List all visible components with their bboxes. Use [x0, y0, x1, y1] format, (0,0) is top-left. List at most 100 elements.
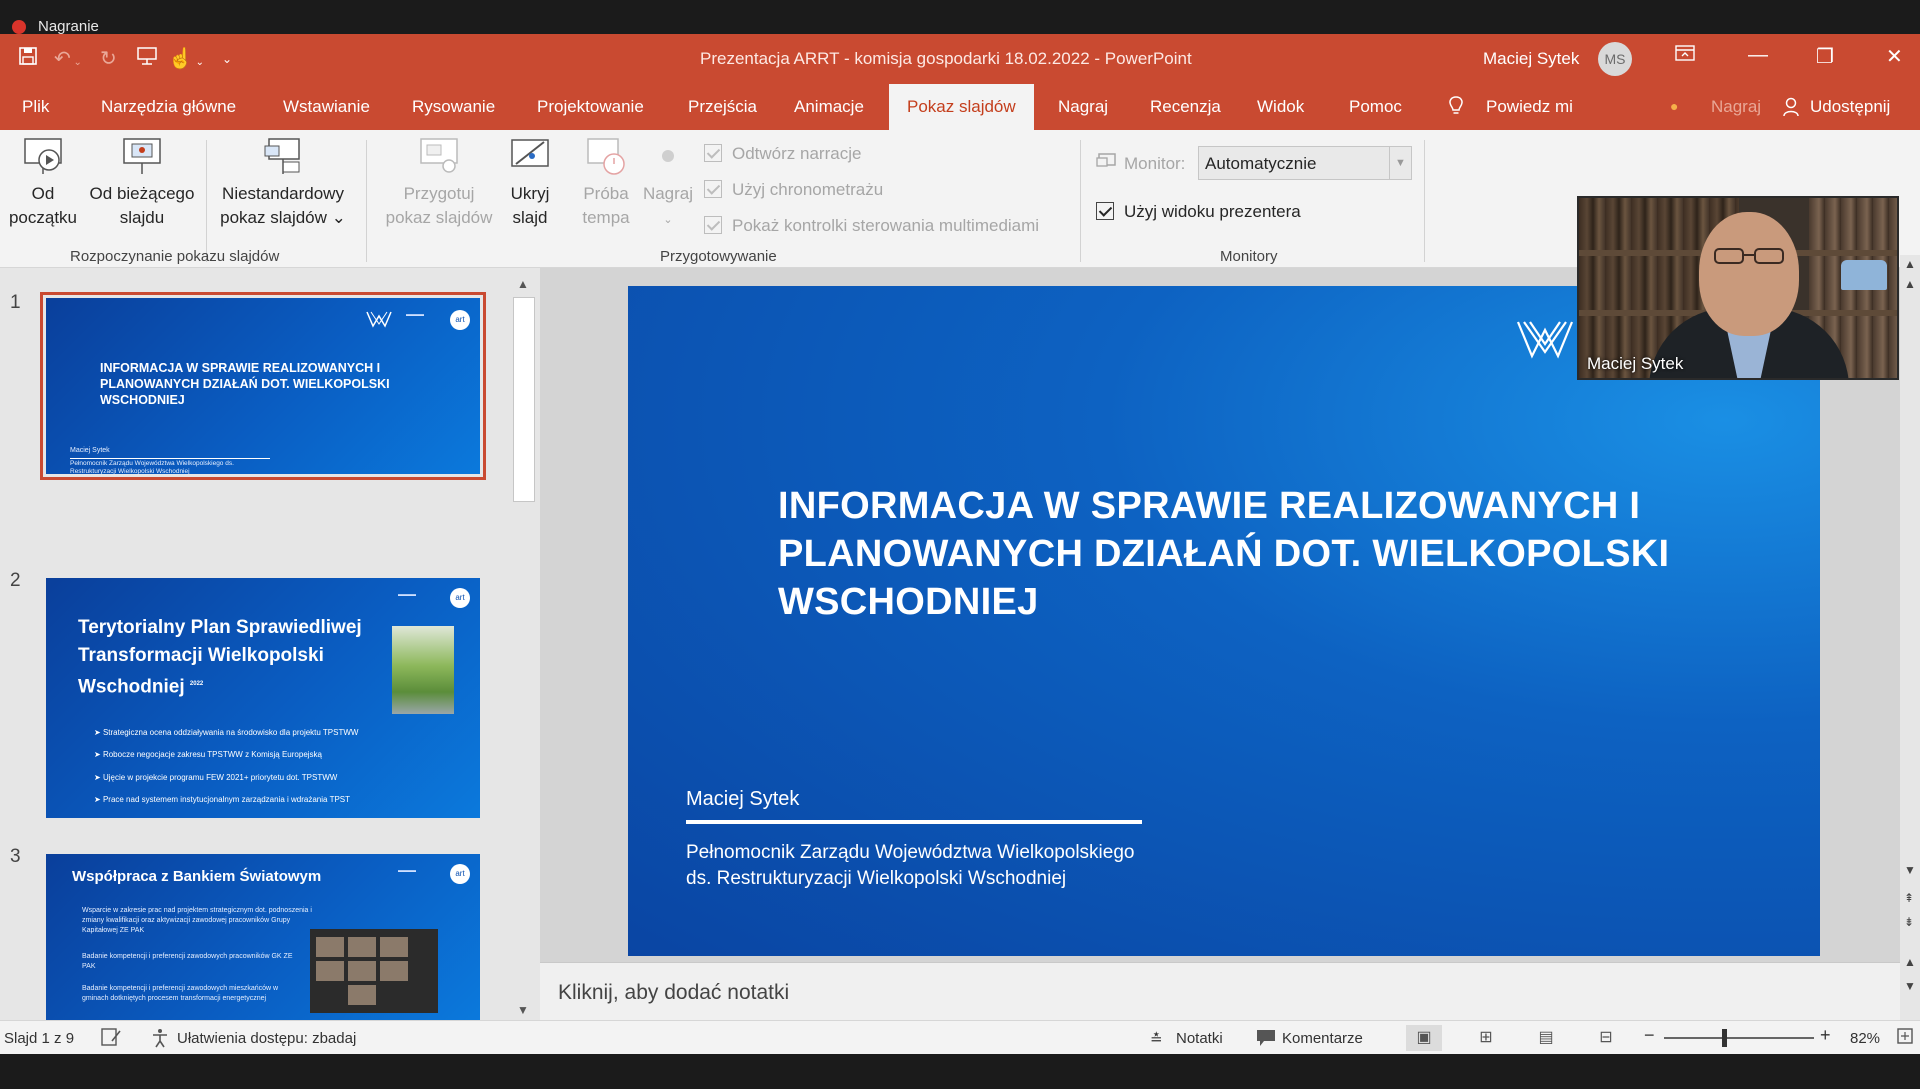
tab-design[interactable]: Projektowanie [537, 97, 644, 117]
from-beginning-label-1: Od [31, 184, 55, 203]
notes-toggle-button[interactable]: Notatki [1176, 1030, 1223, 1047]
scroll-thumb[interactable] [513, 297, 535, 502]
scroll-down-icon[interactable]: ▼ [517, 1003, 529, 1017]
slide-title[interactable]: INFORMACJA W SPRAWIE REALIZOWANYCH I PLA… [778, 482, 1708, 626]
spell-check-icon[interactable] [100, 1027, 122, 1051]
from-beginning-button[interactable]: Od początku [4, 136, 82, 230]
scroll-up-icon[interactable]: ▲ [517, 277, 529, 291]
tab-file[interactable]: Plik [22, 97, 49, 117]
close-icon[interactable]: ✕ [1886, 44, 1903, 69]
custom-show-button[interactable]: Niestandardowy pokaz slajdów ⌄ [212, 136, 354, 230]
scroll-down-icon[interactable]: ▼ [1904, 979, 1916, 993]
undo-icon[interactable]: ↶ ⌄ [54, 46, 82, 71]
scroll-down-icon[interactable]: ▼ [1904, 863, 1916, 877]
hide-slide-button[interactable]: Ukryj slajd [504, 136, 556, 230]
minimize-icon[interactable]: — [1748, 44, 1768, 67]
thumbnail-title-line: Wschodniej [78, 676, 185, 698]
group-label-setup: Przygotowywanie [660, 248, 777, 265]
previous-slide-icon[interactable]: ⇞ [1904, 891, 1914, 905]
slide-thumbnail-2[interactable]: ▬▬▬ art Terytorialny Plan Sprawiedliwej … [46, 578, 480, 818]
slide-thumbnail-1[interactable]: ▬▬▬ art INFORMACJA W SPRAWIE REALIZOWANY… [40, 292, 486, 480]
tab-slide-show[interactable]: Pokaz slajdów [889, 84, 1034, 130]
accessibility-icon[interactable] [150, 1027, 172, 1053]
slide-subtitle-line[interactable]: Pełnomocnik Zarządu Województwa Wielkopo… [686, 842, 1134, 864]
thumbnail-bullet: Badanie kompetencji i preferencji zawodo… [82, 953, 293, 970]
logo-icon [366, 310, 392, 333]
tell-me-search[interactable]: Powiedz mi [1486, 97, 1573, 117]
present-from-start-icon[interactable] [136, 46, 158, 72]
redo-icon[interactable]: ↻ [100, 46, 117, 71]
notes-pane[interactable]: Kliknij, aby dodać notatki [540, 962, 1900, 1020]
record-circle-icon [662, 150, 674, 162]
play-narrations-checkbox[interactable]: Odtwórz narracje [704, 144, 861, 164]
tab-draw[interactable]: Rysowanie [412, 97, 495, 117]
current-slide[interactable]: INFORMACJA W SPRAWIE REALIZOWANYCH I PLA… [628, 286, 1820, 956]
notes-toggle-icon[interactable]: ≛ [1150, 1030, 1163, 1048]
monitor-select-value: Automatycznie [1205, 154, 1317, 173]
tab-help[interactable]: Pomoc [1349, 97, 1402, 117]
participant-tile [380, 961, 408, 981]
slide-author[interactable]: Maciej Sytek [686, 788, 799, 811]
setup-slide-show-button[interactable]: Przygotuj pokaz slajdów [374, 136, 504, 230]
monitor-select[interactable]: Automatycznie ▼ [1198, 146, 1412, 180]
checkbox-icon [704, 144, 722, 162]
rehearse-timings-button[interactable]: Próba tempa [568, 136, 644, 230]
tab-view[interactable]: Widok [1257, 97, 1304, 117]
avatar[interactable]: MS [1598, 42, 1632, 76]
slide-scrollbar[interactable]: ▲ ▲ ▼ ⇞ ⇟ ▲ ▼ [1900, 255, 1920, 1020]
scroll-up-icon[interactable]: ▲ [1904, 955, 1916, 969]
custom-show-label-2: pokaz slajdów ⌄ [220, 208, 346, 227]
participant-tile [348, 961, 376, 981]
slide-counter[interactable]: Slajd 1 z 9 [4, 1030, 74, 1047]
fit-to-window-icon[interactable] [1896, 1027, 1914, 1049]
slide-show-view-icon[interactable]: ⊟ [1588, 1025, 1624, 1051]
save-icon[interactable] [18, 46, 38, 72]
share-button[interactable]: Udostępnij [1810, 97, 1890, 117]
ribbon-display-options-icon[interactable] [1675, 44, 1695, 68]
title-bar: ↶ ⌄ ↻ ☝ ⌄ ⌄ Prezentacja ARRT - komisja g… [0, 34, 1920, 84]
slide-thumbnail-3[interactable]: Współpraca z Bankiem Światowym ▬▬▬ art W… [46, 854, 480, 1020]
checkbox-icon [704, 216, 722, 234]
accessibility-status[interactable]: Ułatwienia dostępu: zbadaj [177, 1030, 356, 1047]
slide-sorter-view-icon[interactable]: ⊞ [1468, 1025, 1504, 1051]
tab-record[interactable]: Nagraj [1058, 97, 1108, 117]
zoom-slider-thumb[interactable] [1722, 1029, 1727, 1047]
zoom-slider[interactable] [1664, 1037, 1814, 1039]
thumbnail-bullet: Prace nad systemem instytucjonalnym zarz… [94, 795, 350, 804]
normal-view-icon[interactable]: ▣ [1406, 1025, 1442, 1051]
zoom-level[interactable]: 82% [1850, 1030, 1880, 1047]
participant-tile [380, 937, 408, 957]
tab-review[interactable]: Recenzja [1150, 97, 1221, 117]
record-button[interactable]: Nagraj [1711, 97, 1761, 117]
from-current-slide-button[interactable]: Od bieżącego slajdu [84, 136, 200, 230]
record-show-label-1: Nagraj [642, 184, 694, 203]
logo-icon: ▬▬▬ [398, 868, 416, 874]
ribbon-divider [366, 140, 367, 262]
tab-home[interactable]: Narzędzia główne [101, 97, 236, 117]
zoom-in-icon[interactable]: + [1820, 1025, 1831, 1046]
scroll-up-icon[interactable]: ▲ [1904, 277, 1916, 291]
notes-placeholder[interactable]: Kliknij, aby dodać notatki [558, 981, 789, 1005]
use-timings-checkbox[interactable]: Użyj chronometrażu [704, 180, 883, 200]
ribbon-divider [1424, 140, 1425, 262]
restore-icon[interactable]: ❐ [1816, 44, 1834, 69]
tab-transitions[interactable]: Przejścia [688, 97, 757, 117]
show-media-controls-checkbox[interactable]: Pokaż kontrolki sterowania multimediami [704, 216, 1039, 236]
reading-view-icon[interactable]: ▤ [1528, 1025, 1564, 1051]
play-from-current-icon [123, 138, 161, 174]
comments-icon[interactable] [1256, 1029, 1276, 1051]
customize-qat-icon[interactable]: ⌄ [222, 52, 232, 66]
user-name[interactable]: Maciej Sytek [1483, 49, 1579, 69]
zoom-out-icon[interactable]: − [1644, 1025, 1655, 1046]
next-slide-icon[interactable]: ⇟ [1904, 915, 1914, 929]
comments-button[interactable]: Komentarze [1282, 1030, 1363, 1047]
scroll-up-icon[interactable]: ▲ [1904, 257, 1916, 271]
record-slide-show-button[interactable]: Nagraj ⌄ [638, 136, 698, 232]
tab-insert[interactable]: Wstawianie [283, 97, 370, 117]
participant-tile [316, 937, 344, 957]
thumbnail-scrollbar[interactable]: ▲ ▼ [510, 275, 536, 1020]
touch-mode-icon[interactable]: ☝ ⌄ [168, 46, 204, 71]
tab-animations[interactable]: Animacje [794, 97, 864, 117]
slide-subtitle-line[interactable]: ds. Restrukturyzacji Wielkopolski Wschod… [686, 868, 1066, 890]
presenter-view-checkbox[interactable]: Użyj widoku prezentera [1096, 202, 1301, 222]
